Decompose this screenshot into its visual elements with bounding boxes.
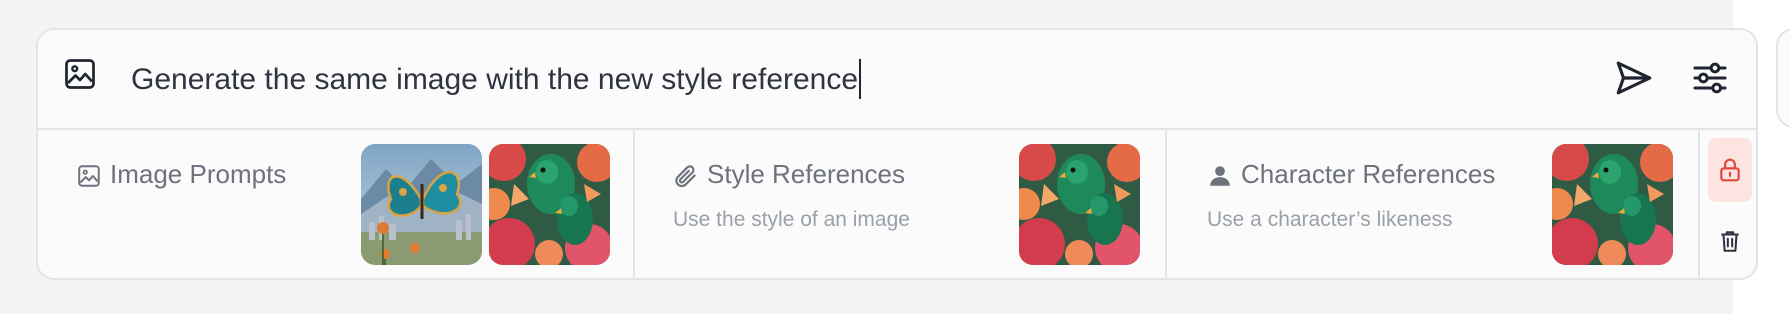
image-prompts-section[interactable]: Image Prompts <box>38 130 635 278</box>
style-references-section[interactable]: Style References Use the style of an ima… <box>635 130 1167 278</box>
style-references-label: Style References <box>707 159 905 189</box>
side-panel-edge <box>1776 28 1790 128</box>
parrots-thumbnail[interactable] <box>1552 144 1673 265</box>
parrots-thumbnail[interactable] <box>1019 144 1140 265</box>
parrots-thumbnail[interactable] <box>489 144 610 265</box>
paperclip-icon <box>675 165 696 188</box>
references-row: Image Prompts Style References Use the s… <box>38 130 1756 278</box>
character-references-section[interactable]: Character References Use a character’s l… <box>1167 130 1698 278</box>
send-icon[interactable] <box>1613 57 1655 99</box>
lock-icon <box>1720 158 1740 182</box>
image-icon[interactable] <box>62 56 98 92</box>
butterfly-thumbnail[interactable] <box>361 144 482 265</box>
image-icon <box>78 165 100 187</box>
delete-button[interactable] <box>1708 212 1752 272</box>
text-caret <box>859 59 862 100</box>
reference-actions <box>1698 130 1756 278</box>
prompt-panel: Generate the same image with the new sty… <box>36 28 1758 280</box>
prompt-input-text: Generate the same image with the new sty… <box>131 63 859 96</box>
trash-icon <box>1721 231 1739 252</box>
character-references-subtitle: Use a character’s likeness <box>1207 208 1453 231</box>
prompt-row: Generate the same image with the new sty… <box>38 30 1756 130</box>
sliders-icon[interactable] <box>1690 58 1730 98</box>
prompt-input[interactable]: Generate the same image with the new sty… <box>131 58 862 102</box>
image-prompts-label: Image Prompts <box>110 159 287 189</box>
lock-button[interactable] <box>1708 138 1752 202</box>
person-icon <box>1210 166 1230 186</box>
style-references-subtitle: Use the style of an image <box>673 208 910 231</box>
character-references-label: Character References <box>1241 159 1496 189</box>
